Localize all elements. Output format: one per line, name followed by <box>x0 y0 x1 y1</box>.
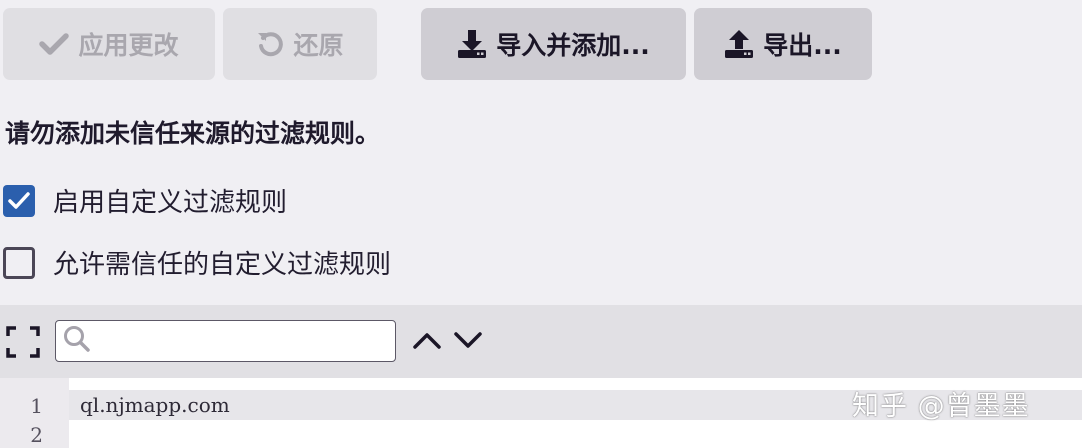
upload-icon <box>724 29 754 59</box>
rules-toolbar: 应用更改 还原 导入并添加... 导出... <box>3 8 872 80</box>
allow-trusted-filters-checkbox[interactable] <box>3 246 35 279</box>
undo-icon <box>256 30 284 58</box>
search-icon <box>63 325 91 357</box>
allow-trusted-filters-option[interactable]: 允许需信任的自定义过滤规则 <box>3 244 391 281</box>
enable-custom-filters-option[interactable]: 启用自定义过滤规则 <box>3 182 287 219</box>
enable-custom-filters-checkbox[interactable] <box>3 184 35 217</box>
apply-changes-label: 应用更改 <box>78 31 179 60</box>
apply-changes-button[interactable]: 应用更改 <box>3 8 215 80</box>
chevron-up-icon[interactable] <box>412 329 442 355</box>
export-label: 导出... <box>763 31 842 60</box>
allow-trusted-filters-label: 允许需信任的自定义过滤规则 <box>53 250 392 280</box>
code-line[interactable]: ql.njmapp.com <box>80 393 230 417</box>
import-and-add-button[interactable]: 导入并添加... <box>421 8 686 80</box>
revert-label: 还原 <box>293 31 344 60</box>
untrusted-source-warning: 请勿添加未信任来源的过滤规则。 <box>5 119 381 148</box>
download-icon <box>457 29 487 59</box>
editor-toolbar <box>0 305 1082 378</box>
check-icon <box>39 32 70 56</box>
line-number-gutter: 1 2 <box>0 378 69 448</box>
chevron-down-icon[interactable] <box>453 329 483 355</box>
line-number: 2 <box>30 423 43 447</box>
search-input[interactable] <box>91 323 395 359</box>
watermark: 知乎 @曾墨墨 <box>852 391 1030 422</box>
enable-custom-filters-label: 启用自定义过滤规则 <box>53 188 288 218</box>
export-button[interactable]: 导出... <box>694 8 872 80</box>
import-and-add-label: 导入并添加... <box>496 31 650 60</box>
revert-button[interactable]: 还原 <box>223 8 377 80</box>
checkmark-icon <box>8 191 30 209</box>
expand-icon[interactable] <box>6 326 40 362</box>
line-number: 1 <box>30 394 43 418</box>
search-field[interactable] <box>55 320 396 362</box>
